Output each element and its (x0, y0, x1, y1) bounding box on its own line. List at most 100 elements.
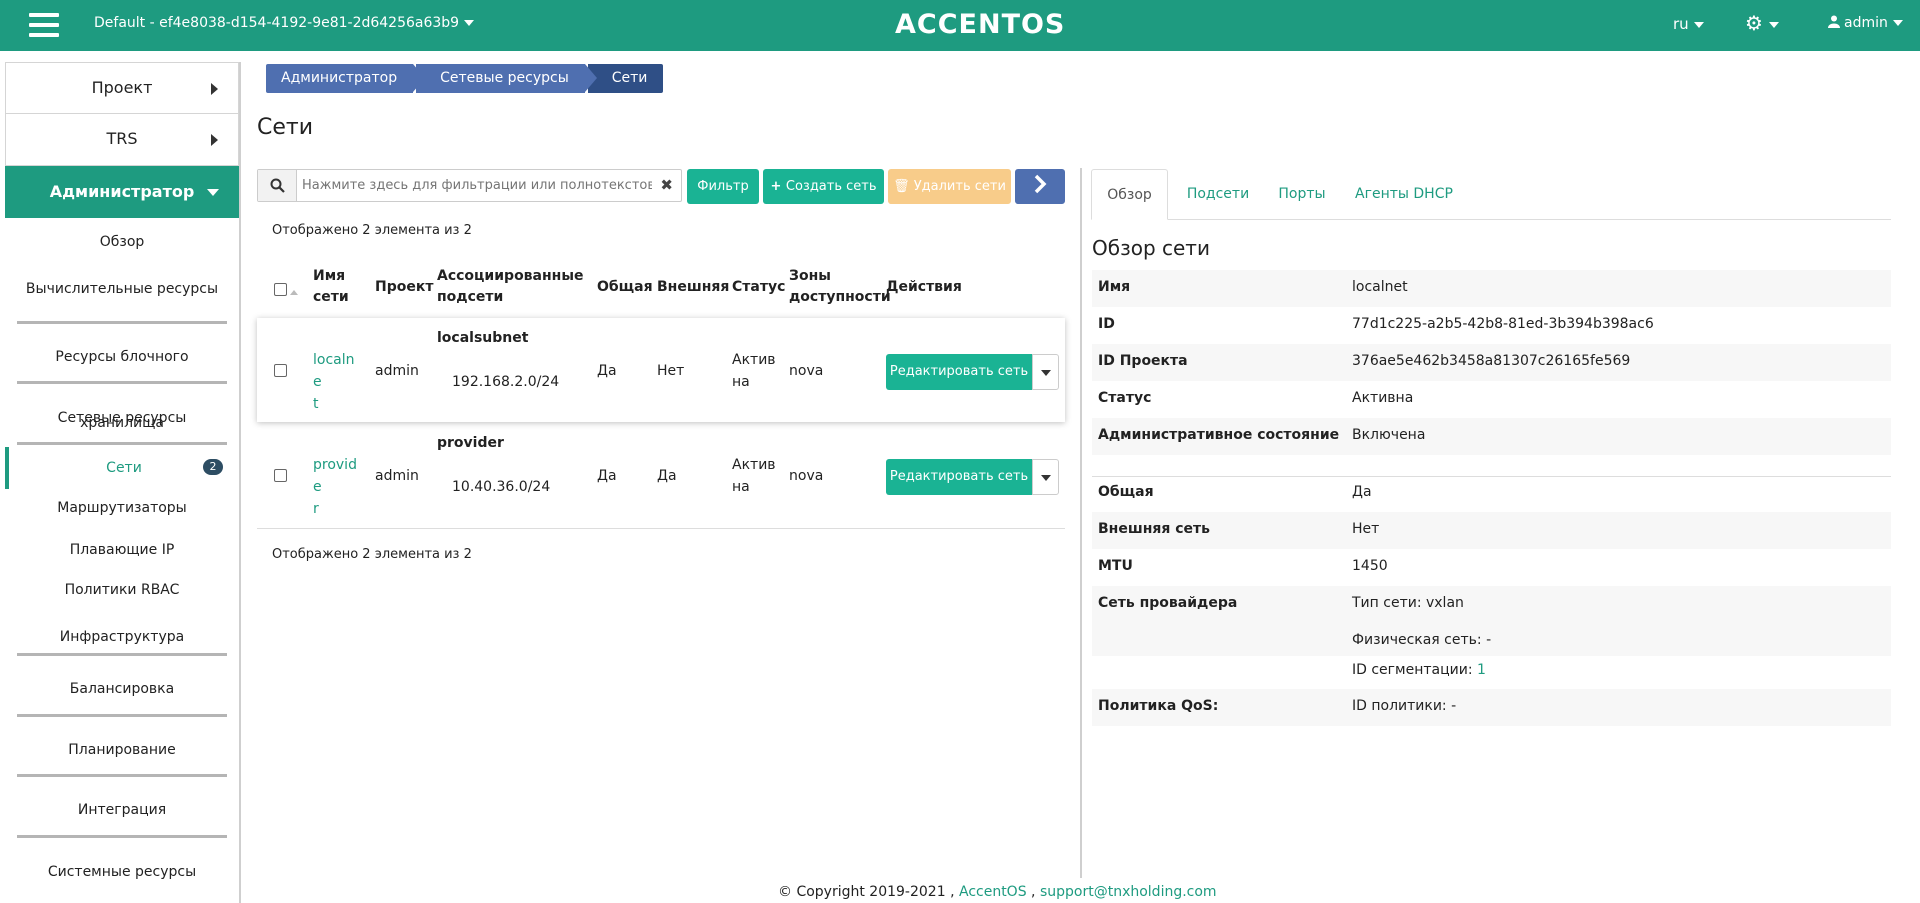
col-zones[interactable]: Зоны доступности (789, 266, 891, 308)
create-network-button[interactable]: + Создать сеть (763, 169, 884, 204)
edit-network-button[interactable]: Редактировать сеть (886, 459, 1032, 495)
filter-button[interactable]: Фильтр (687, 169, 759, 204)
edit-network-button[interactable]: Редактировать сеть (886, 354, 1032, 390)
sidebar-item-trs[interactable]: TRS (5, 114, 239, 166)
col-project[interactable]: Проект (375, 277, 433, 298)
status-cell: Актив на (732, 352, 776, 390)
tab-dhcp-agents[interactable]: Агенты DHCP (1354, 169, 1454, 220)
clear-icon[interactable]: ✖ (660, 176, 673, 194)
chevron-down-icon (1768, 21, 1779, 28)
tab-overview[interactable]: Обзор (1091, 169, 1168, 220)
chevron-down-icon (464, 20, 475, 26)
sidebar-item-balancing[interactable]: Балансировка (17, 656, 227, 717)
sidebar-item-floating-ip[interactable]: Плавающие IP (5, 531, 239, 572)
detail-row-physical: Физическая сеть: - (1092, 623, 1891, 656)
user-menu[interactable]: admin (1828, 15, 1903, 31)
chevron-down-icon (1693, 21, 1704, 28)
col-actions: Действия (886, 279, 962, 295)
row-actions-dropdown[interactable] (1032, 459, 1059, 495)
sidebar-item-overview[interactable]: Обзор (5, 218, 239, 266)
sidebar-item-integration[interactable]: Интеграция (17, 777, 227, 838)
sidebar-item-admin[interactable]: Администратор (5, 166, 239, 218)
settings-menu[interactable]: ⚙ (1745, 13, 1779, 33)
search-icon[interactable] (258, 170, 297, 201)
row-checkbox[interactable] (274, 364, 287, 381)
breadcrumb-admin[interactable]: Администратор (266, 64, 426, 93)
tab-subnets[interactable]: Подсети (1180, 169, 1256, 220)
network-name-link[interactable]: localne t (313, 349, 358, 415)
language-selector[interactable]: ru (1673, 15, 1704, 33)
plus-icon: + (770, 179, 786, 194)
col-shared[interactable]: Общая (597, 277, 653, 298)
chevron-down-icon (207, 189, 219, 196)
delete-networks-button[interactable]: 🗑 Удалить сети (888, 169, 1011, 204)
user-icon (1828, 15, 1840, 28)
sidebar-item-label: Администратор (49, 182, 195, 201)
status-cell: Актив на (732, 457, 776, 495)
shared-cell: Да (597, 363, 617, 379)
col-status[interactable]: Статус (732, 277, 785, 298)
top-bar: Default - ef4e8038-d154-4192-9e81-2d6425… (0, 0, 1920, 51)
search-input[interactable] (302, 175, 652, 196)
detail-row-status: Статус Активна (1098, 390, 1414, 406)
breadcrumb-network-resources[interactable]: Сетевые ресурсы (416, 64, 597, 93)
panel-divider[interactable] (1080, 168, 1082, 878)
col-external[interactable]: Внешняя (657, 277, 729, 298)
zone-cell: nova (789, 363, 824, 379)
detail-row-mtu: MTU 1450 (1098, 558, 1388, 574)
network-name-link[interactable]: provide r (313, 454, 358, 520)
search-box: ✖ (257, 169, 682, 202)
table-divider (257, 528, 1065, 529)
subnet-cidr: 10.40.36.0/24 (452, 479, 551, 495)
breadcrumb-networks[interactable]: Сети (587, 64, 664, 93)
footer: © Copyright 2019-2021 , AccentOS , suppo… (778, 884, 1217, 900)
project-cell: admin (375, 468, 419, 484)
detail-row-provider: Сеть провайдера Тип сети: vxlan (1092, 586, 1891, 623)
sidebar-item-infrastructure[interactable]: Инфраструктура (17, 613, 227, 656)
tab-ports[interactable]: Порты (1272, 169, 1332, 220)
button-label: Удалить сети (913, 179, 1006, 194)
sidebar-item-scheduling[interactable]: Планирование (17, 717, 227, 777)
menu-icon[interactable] (29, 13, 59, 38)
sidebar-item-compute[interactable]: Вычислительные ресурсы (17, 266, 227, 324)
col-name[interactable]: Имя сети (313, 266, 349, 308)
accentos-link[interactable]: AccentOS (959, 884, 1027, 900)
zone-cell: nova (789, 468, 824, 484)
project-selector[interactable]: Default - ef4e8038-d154-4192-9e81-2d6425… (94, 15, 475, 31)
sidebar-item-block-storage[interactable]: Ресурсы блочного хранилища (17, 324, 227, 431)
subnet-cidr: 192.168.2.0/24 (452, 374, 560, 390)
table-row[interactable]: localne t admin localsubnet 192.168.2.0/2… (257, 318, 1065, 422)
row-checkbox[interactable] (274, 469, 287, 486)
shared-cell: Да (597, 468, 617, 484)
sidebar: Проект TRS Администратор Обзор Вычислите… (5, 62, 241, 903)
select-all-checkbox[interactable] (274, 282, 298, 303)
detail-row-id: ID 77d1c225-a2b5-42b8-81ed-3b394b398ac6 (1098, 316, 1654, 332)
table-header: Имя сети Проект Ассоциированные подсети Об… (257, 260, 1065, 316)
items-counter-bottom: Отображено 2 элемента из 2 (272, 547, 472, 562)
next-button[interactable] (1015, 169, 1065, 204)
footer-separator: , (1031, 884, 1036, 900)
sidebar-item-network-resources[interactable]: Сетевые ресурсы (17, 384, 227, 445)
sidebar-item-label: Проект (91, 78, 153, 97)
sidebar-item-label: TRS (106, 129, 138, 148)
external-cell: Нет (657, 363, 685, 379)
sidebar-item-rbac[interactable]: Политики RBAC (5, 572, 239, 613)
sidebar-item-system-resources[interactable]: Системные ресурсы (5, 838, 239, 894)
project-name: Default - ef4e8038-d154-4192-9e81-2d6425… (94, 15, 460, 31)
table-row[interactable]: provide r admin provider 10.40.36.0/24 Да… (257, 423, 1065, 527)
chevron-right-icon (1034, 174, 1047, 194)
col-subnets[interactable]: Ассоциированные подсети (437, 266, 584, 308)
sidebar-item-label: Сети (106, 460, 142, 476)
chevron-right-icon (211, 134, 218, 146)
copyright-text: © Copyright 2019-2021 , (778, 884, 955, 900)
subnet-name: localsubnet (437, 330, 529, 346)
breadcrumb: Администратор Сетевые ресурсы Сети (266, 64, 666, 93)
user-name: admin (1844, 15, 1888, 31)
detail-row-shared: Общая Да (1098, 484, 1372, 500)
language-label: ru (1673, 15, 1689, 33)
row-actions-dropdown[interactable] (1032, 354, 1059, 390)
support-email-link[interactable]: support@tnxholding.com (1040, 884, 1217, 900)
sidebar-item-networks[interactable]: Сети 2 (5, 447, 239, 489)
sidebar-item-project[interactable]: Проект (5, 62, 239, 114)
sidebar-item-routers[interactable]: Маршрутизаторы (5, 489, 239, 531)
